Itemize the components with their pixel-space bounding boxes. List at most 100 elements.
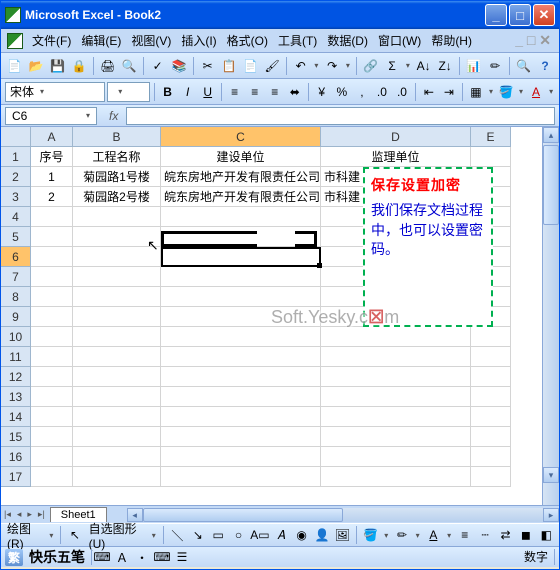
line-color-icon[interactable]: ✏	[393, 525, 410, 545]
row-header[interactable]: 10	[1, 327, 31, 347]
scroll-down-icon[interactable]: ▾	[543, 467, 559, 483]
row-header[interactable]: 3	[1, 187, 31, 207]
tab-nav-first-icon[interactable]: |◂	[1, 509, 14, 520]
row-header[interactable]: 16	[1, 447, 31, 467]
draw-label[interactable]: 绘图(R)	[5, 520, 44, 551]
vertical-scrollbar[interactable]: ▴ ▾	[542, 127, 559, 505]
cell[interactable]	[73, 227, 161, 247]
cell[interactable]: 1	[31, 167, 73, 187]
underline-icon[interactable]: U	[199, 82, 217, 102]
cell[interactable]	[31, 227, 73, 247]
ime-tool-icon[interactable]: ☰	[172, 547, 192, 567]
italic-icon[interactable]: I	[179, 82, 197, 102]
ime-tool-icon[interactable]: ⌨	[92, 547, 112, 567]
cell[interactable]: 皖东房地产开发有限责任公司	[161, 167, 321, 187]
cell[interactable]	[31, 287, 73, 307]
col-header-b[interactable]: B	[73, 127, 161, 147]
redo-icon[interactable]: ↷	[322, 56, 342, 76]
row-header[interactable]: 17	[1, 467, 31, 487]
ime-tool-icon[interactable]: ・	[132, 547, 152, 567]
permission-icon[interactable]: 🔒	[70, 56, 90, 76]
tab-nav-prev-icon[interactable]: ◂	[14, 509, 25, 520]
align-right-icon[interactable]: ≡	[266, 82, 284, 102]
diagram-icon[interactable]: ◉	[293, 525, 310, 545]
cell[interactable]	[73, 247, 161, 267]
row-header[interactable]: 9	[1, 307, 31, 327]
clipart-icon[interactable]: 👤	[313, 525, 330, 545]
menu-edit[interactable]: 编辑(E)	[76, 30, 126, 51]
row-header[interactable]: 5	[1, 227, 31, 247]
cell[interactable]	[161, 347, 321, 367]
arrow-icon[interactable]: ↘	[189, 525, 206, 545]
align-center-icon[interactable]: ≡	[246, 82, 264, 102]
cell[interactable]	[73, 347, 161, 367]
font-color-icon[interactable]: A	[527, 82, 545, 102]
ime-tool-icon[interactable]: ⌨	[152, 547, 172, 567]
copy-icon[interactable]: 📋	[219, 56, 239, 76]
line-icon[interactable]: ＼	[169, 525, 186, 545]
fx-label[interactable]: fx	[101, 109, 126, 123]
oval-icon[interactable]: ○	[230, 525, 247, 545]
cell[interactable]	[31, 207, 73, 227]
cell[interactable]	[161, 467, 321, 487]
research-icon[interactable]: 📚	[169, 56, 189, 76]
cell[interactable]	[471, 327, 511, 347]
textbox-icon[interactable]: A▭	[250, 525, 269, 545]
wordart-icon[interactable]: 𝐴	[273, 525, 290, 545]
cell[interactable]	[321, 427, 471, 447]
cell[interactable]	[31, 467, 73, 487]
cell[interactable]: 菊园路2号楼	[73, 187, 161, 207]
cell[interactable]	[321, 467, 471, 487]
3d-icon[interactable]: ◧	[538, 525, 555, 545]
dec-decimal-icon[interactable]: .0	[393, 82, 411, 102]
borders-icon[interactable]: ▦	[467, 82, 485, 102]
menu-file[interactable]: 文件(F)	[27, 30, 76, 51]
spellcheck-icon[interactable]: ✓	[148, 56, 168, 76]
cell[interactable]	[471, 447, 511, 467]
cell[interactable]	[471, 367, 511, 387]
scroll-right-icon[interactable]: ▸	[543, 508, 559, 522]
row-header[interactable]: 15	[1, 427, 31, 447]
format-painter-icon[interactable]: 🖌	[262, 56, 282, 76]
cell[interactable]	[73, 387, 161, 407]
menu-view[interactable]: 视图(V)	[126, 30, 176, 51]
save-icon[interactable]: 💾	[48, 56, 68, 76]
row-header[interactable]: 1	[1, 147, 31, 167]
cell[interactable]	[31, 267, 73, 287]
cell[interactable]	[161, 367, 321, 387]
cell[interactable]	[161, 207, 321, 227]
cell[interactable]: 序号	[31, 147, 73, 167]
col-header-c[interactable]: C	[161, 127, 321, 147]
cell[interactable]: 工程名称	[73, 147, 161, 167]
shadow-icon[interactable]: ◼	[517, 525, 534, 545]
row-header[interactable]: 11	[1, 347, 31, 367]
ime-name[interactable]: 快乐五笔	[23, 549, 92, 565]
row-header[interactable]: 12	[1, 367, 31, 387]
align-left-icon[interactable]: ≡	[226, 82, 244, 102]
menu-help[interactable]: 帮助(H)	[426, 30, 477, 51]
cell[interactable]	[73, 307, 161, 327]
cell[interactable]	[73, 447, 161, 467]
fill-color-icon[interactable]: 🪣	[497, 82, 515, 102]
horizontal-scrollbar[interactable]: ◂ ▸	[127, 508, 559, 522]
percent-icon[interactable]: %	[333, 82, 351, 102]
cell[interactable]	[471, 407, 511, 427]
cell[interactable]	[31, 427, 73, 447]
menu-window[interactable]: 窗口(W)	[373, 30, 426, 51]
font-size-selector[interactable]: ▾	[107, 82, 149, 102]
cut-icon[interactable]: ✂	[198, 56, 218, 76]
cell[interactable]	[73, 287, 161, 307]
doc-minimize-button[interactable]: _ □ ✕	[509, 32, 557, 49]
cell[interactable]: 建设单位	[161, 147, 321, 167]
menu-data[interactable]: 数据(D)	[322, 30, 373, 51]
col-header-e[interactable]: E	[471, 127, 511, 147]
cell[interactable]	[31, 347, 73, 367]
row-header[interactable]: 6	[1, 247, 31, 267]
bold-icon[interactable]: B	[159, 82, 177, 102]
cell[interactable]: 皖东房地产开发有限责任公司	[161, 187, 321, 207]
paste-icon[interactable]: 📄	[241, 56, 261, 76]
cell[interactable]	[31, 407, 73, 427]
chart-icon[interactable]: 📊	[464, 56, 484, 76]
font-selector[interactable]: 宋体 ▾	[5, 82, 105, 102]
cell[interactable]	[471, 347, 511, 367]
